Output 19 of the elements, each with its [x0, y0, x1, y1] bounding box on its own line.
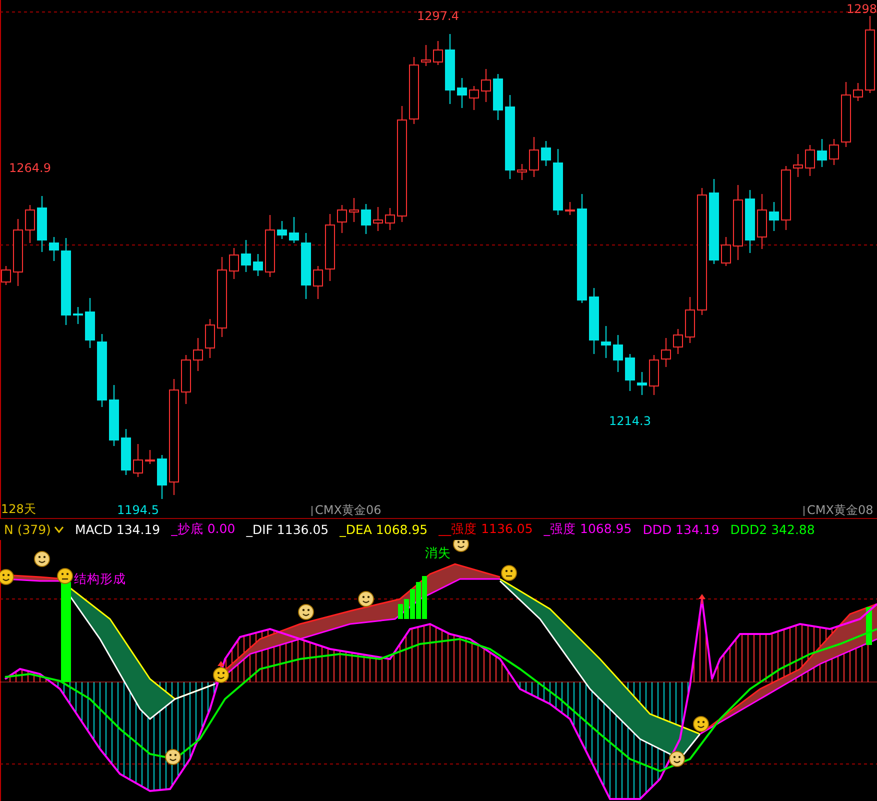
contract-label: CMX黄金06 [315, 503, 382, 517]
indicator-name[interactable]: N (379) [4, 522, 51, 537]
price-label: 1297.4 [417, 9, 459, 23]
indicator-readout: DDD 134.19 [642, 522, 720, 537]
price-label: 1194.5 [117, 503, 159, 517]
price-label: 1264.9 [9, 161, 51, 175]
price-label: 1298 [846, 2, 877, 16]
indicator-readout: MACD 134.19 [74, 522, 160, 537]
period-label: 128天 [1, 502, 36, 516]
indicator-readout: _抄底 0.00 [171, 521, 236, 538]
signal-label: 消失 [425, 545, 451, 560]
indicator-readout: __强度 1136.05 [438, 521, 533, 538]
price-label: 1214.3 [609, 414, 651, 428]
indicator-readout: _DIF 1136.05 [246, 522, 329, 537]
indicator-readout: _强度 1068.95 [544, 521, 632, 538]
indicator-readout: _DEA 1068.95 [340, 522, 428, 537]
contract-label: CMX黄金08 [807, 503, 874, 517]
signal-label: 结构形成 [74, 571, 126, 586]
indicator-readout: DDD2 342.88 [730, 522, 815, 537]
